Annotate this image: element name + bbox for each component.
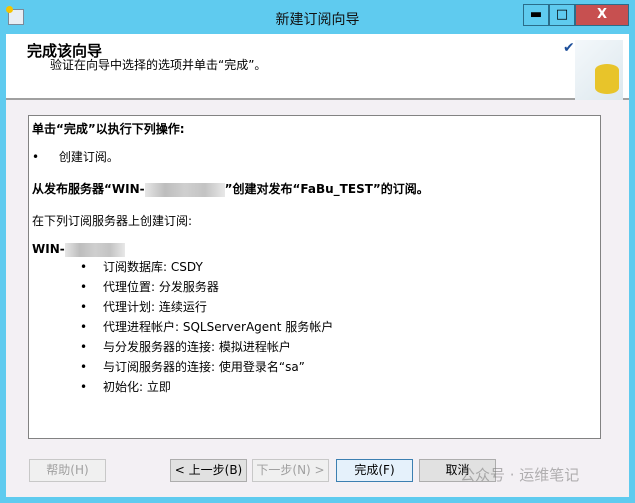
detail-text: 代理进程帐户: SQLServerAgent 服务帐户 (103, 320, 334, 334)
help-button[interactable]: 帮助(H) (29, 459, 106, 482)
detail-item: 与订阅服务器的连接: 使用登录名“sa” (80, 360, 305, 374)
subscriber-prefix: WIN- (32, 242, 65, 256)
detail-item: 代理计划: 连续运行 (80, 300, 207, 314)
detail-text: 代理位置: 分发服务器 (103, 280, 219, 294)
close-button[interactable]: X (575, 4, 629, 26)
wizard-database-icon: ✔ (563, 40, 623, 100)
detail-text: 订阅数据库: CSDY (103, 260, 203, 274)
publisher-prefix: 从发布服务器“WIN- (32, 182, 145, 196)
detail-text: 初始化: 立即 (103, 380, 171, 394)
subscriber-line: WIN- (32, 242, 125, 257)
next-button[interactable]: 下一步(N) > (252, 459, 329, 482)
finish-button[interactable]: 完成(F) (336, 459, 413, 482)
detail-text: 与分发服务器的连接: 模拟进程帐户 (103, 340, 291, 354)
database-cylinder-icon (595, 64, 619, 94)
action-text: 创建订阅。 (58, 150, 119, 164)
summary-panel[interactable]: 单击“完成”以执行下列操作: • 创建订阅。 从发布服务器“WIN- ”创建对发布… (28, 115, 601, 439)
detail-item: 初始化: 立即 (80, 380, 171, 394)
detail-text: 代理计划: 连续运行 (103, 300, 207, 314)
publisher-line: 从发布服务器“WIN- ”创建对发布“FaBu_TEST”的订阅。 (32, 182, 429, 197)
minimize-button[interactable]: ▬ (523, 4, 549, 26)
page-subtitle: 验证在向导中选择的选项并单击“完成”。 (50, 58, 267, 72)
wizard-header: 完成该向导 验证在向导中选择的选项并单击“完成”。 ✔ (6, 34, 629, 100)
back-button[interactable]: < 上一步(B) (170, 459, 247, 482)
detail-item: 代理位置: 分发服务器 (80, 280, 219, 294)
summary-intro: 单击“完成”以执行下列操作: (32, 122, 185, 136)
action-item: • 创建订阅。 (32, 150, 119, 164)
redacted-subscriber-name (64, 242, 125, 257)
publisher-suffix: ”创建对发布“FaBu_TEST”的订阅。 (224, 182, 429, 196)
redacted-server-name (144, 182, 225, 197)
maximize-button[interactable]: □ (549, 4, 575, 26)
detail-item: 与分发服务器的连接: 模拟进程帐户 (80, 340, 291, 354)
title-bar: 新建订阅向导 ▬ □ X (0, 0, 635, 34)
wizard-body: 完成该向导 验证在向导中选择的选项并单击“完成”。 ✔ 单击“完成”以执行下列操… (6, 34, 629, 497)
detail-item: 代理进程帐户: SQLServerAgent 服务帐户 (80, 320, 333, 334)
button-bar: 帮助(H) < 上一步(B) 下一步(N) > 完成(F) 取消 公众号 · 运… (6, 444, 629, 497)
checkmark-icon: ✔ (563, 40, 575, 56)
detail-item: 订阅数据库: CSDY (80, 260, 203, 274)
subscriber-label: 在下列订阅服务器上创建订阅: (32, 214, 193, 228)
detail-text: 与订阅服务器的连接: 使用登录名“sa” (103, 360, 305, 374)
watermark: 公众号 · 运维笔记 (460, 466, 580, 484)
